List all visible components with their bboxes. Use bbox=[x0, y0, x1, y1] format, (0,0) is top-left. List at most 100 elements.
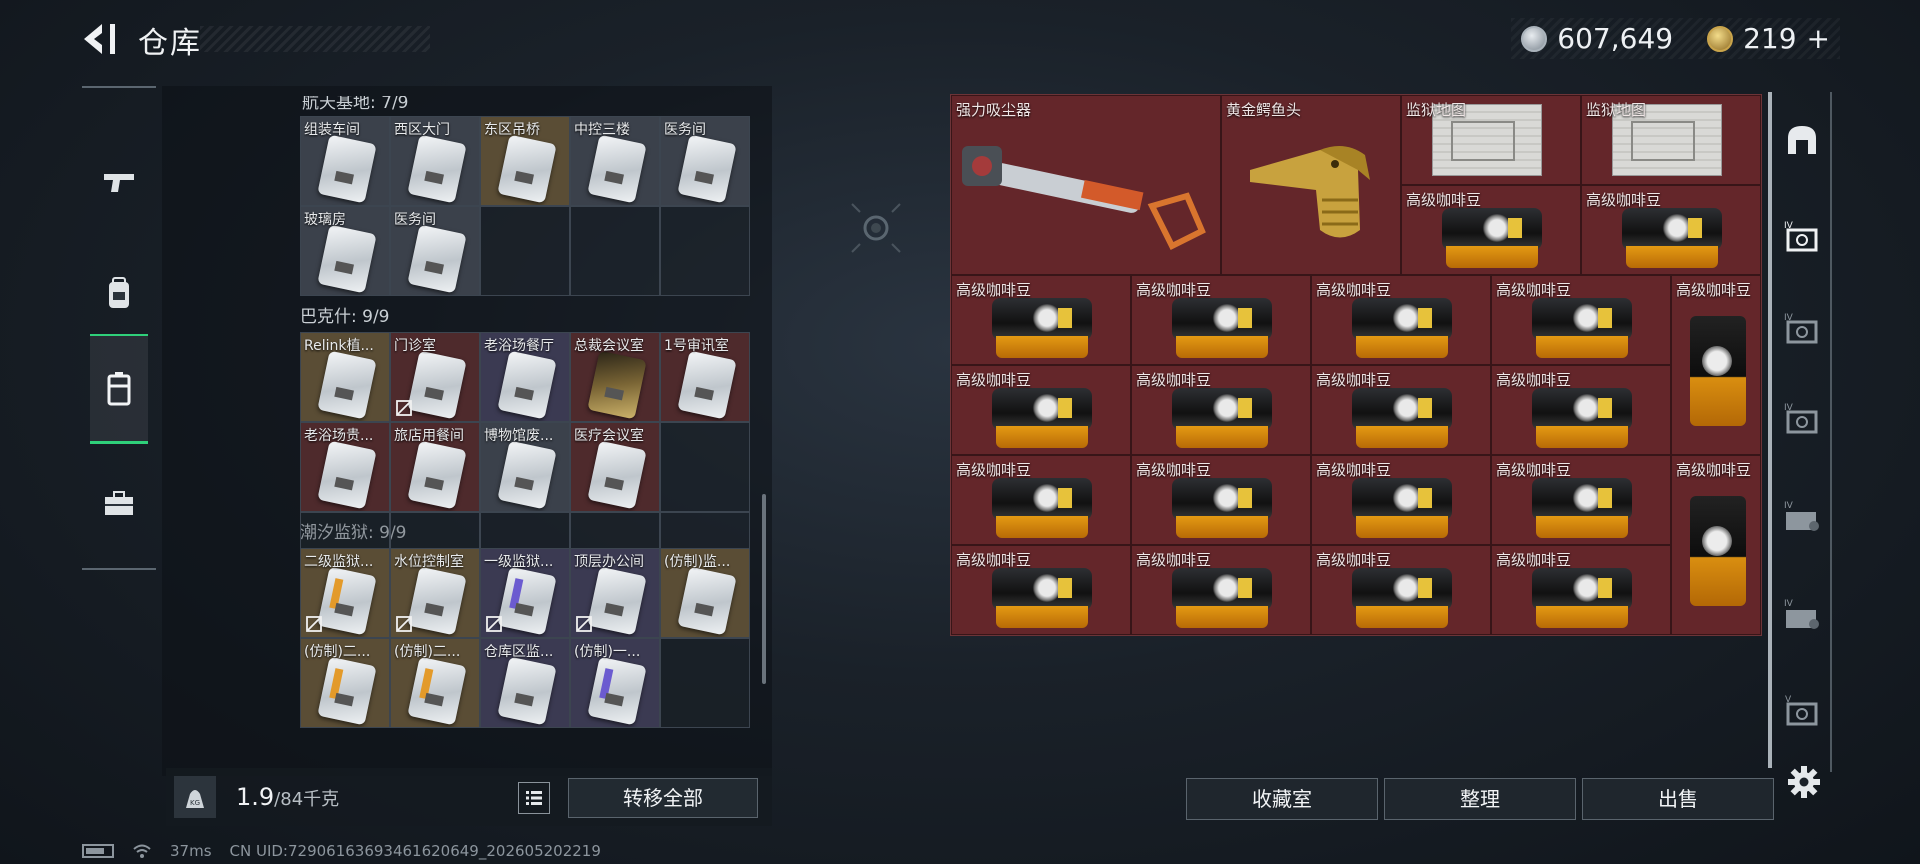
stash-item-coffee-beans[interactable]: 高级咖啡豆 bbox=[1491, 275, 1671, 365]
back-arrow-icon bbox=[84, 24, 115, 54]
keycard-slot[interactable]: 一级监狱... bbox=[480, 548, 570, 638]
stash-item-golden-croc-head[interactable]: 黄金鳄鱼头 bbox=[1221, 95, 1401, 275]
keycard-icon bbox=[317, 224, 377, 294]
bound-item-icon bbox=[306, 616, 322, 632]
rail-item-equipment[interactable] bbox=[90, 238, 148, 348]
coffee-bag-icon bbox=[1532, 568, 1632, 630]
keycard-slot[interactable]: 总裁会议室 bbox=[570, 332, 660, 422]
keycard-slot[interactable]: 旅店用餐间 bbox=[390, 422, 480, 512]
stash-item-coffee-beans[interactable]: 高级咖啡豆 bbox=[1491, 365, 1671, 455]
stash-item-coffee-beans[interactable]: 高级咖啡豆 bbox=[951, 365, 1131, 455]
stash-item-coffee-beans[interactable]: 高级咖啡豆 bbox=[1671, 275, 1761, 455]
transfer-all-button[interactable]: 转移全部 bbox=[568, 778, 758, 818]
rail-item-tier4-card[interactable]: IV bbox=[1778, 304, 1826, 352]
keycard-slot[interactable]: 门诊室 bbox=[390, 332, 480, 422]
rail-item-tools[interactable] bbox=[90, 448, 148, 558]
keycard-slot[interactable]: 东区吊桥 bbox=[480, 116, 570, 206]
rail-item-storage[interactable] bbox=[90, 334, 148, 444]
keycard-slot[interactable]: 医疗会议室 bbox=[570, 422, 660, 512]
keycard-slot[interactable]: 医务间 bbox=[660, 116, 750, 206]
coffee-bag-icon bbox=[1532, 478, 1632, 540]
coffee-bag-icon bbox=[1532, 298, 1632, 360]
tier4-card-icon: IV bbox=[1784, 403, 1818, 434]
collection-room-button[interactable]: 收藏室 bbox=[1186, 778, 1378, 820]
keycard-icon bbox=[407, 566, 467, 636]
stash-item-coffee-beans[interactable]: 高级咖啡豆 bbox=[1401, 185, 1581, 275]
keycard-slot[interactable]: Relink植... bbox=[300, 332, 390, 422]
keycard-slot[interactable]: 博物馆废... bbox=[480, 422, 570, 512]
stash-item-coffee-beans[interactable]: 高级咖啡豆 bbox=[1491, 455, 1671, 545]
stash-item-prison-map[interactable]: 监狱地图 bbox=[1581, 95, 1761, 185]
item-label: 高级咖啡豆 bbox=[1316, 281, 1392, 299]
stash-item-coffee-beans[interactable]: 高级咖啡豆 bbox=[1131, 455, 1311, 545]
coffee-bag-icon bbox=[1172, 478, 1272, 540]
silver-balance: 607,649 bbox=[1557, 22, 1674, 55]
keycard-slot[interactable]: 老浴场贵... bbox=[300, 422, 390, 512]
stash-item-coffee-beans[interactable]: 高级咖啡豆 bbox=[1311, 545, 1491, 635]
stash-item-coffee-beans[interactable]: 高级咖啡豆 bbox=[1311, 455, 1491, 545]
sell-button[interactable]: 出售 bbox=[1582, 778, 1774, 820]
list-view-button[interactable] bbox=[518, 782, 550, 814]
stash-item-coffee-beans[interactable]: 高级咖啡豆 bbox=[1311, 275, 1491, 365]
keycard-label: 医疗会议室 bbox=[574, 428, 644, 444]
keycard-slot[interactable]: 二级监狱... bbox=[300, 548, 390, 638]
item-label: 高级咖啡豆 bbox=[1676, 461, 1752, 479]
item-label: 监狱地图 bbox=[1406, 101, 1467, 119]
rail-item-tier5-card[interactable]: V bbox=[1778, 686, 1826, 734]
keycard-slot[interactable]: 医务间 bbox=[390, 206, 480, 296]
stash-item-prison-map[interactable]: 监狱地图 bbox=[1401, 95, 1581, 185]
keycard-label: 老浴场餐厅 bbox=[484, 338, 554, 354]
rail-item-arch[interactable] bbox=[1778, 116, 1826, 164]
keycard-slot[interactable]: 仓库区监... bbox=[480, 638, 570, 728]
item-label: 高级咖啡豆 bbox=[1316, 371, 1392, 389]
keycard-icon bbox=[587, 440, 647, 510]
rail-item-weapons[interactable] bbox=[90, 128, 148, 238]
rail-item-tier4-card[interactable]: IV bbox=[1778, 394, 1826, 442]
weight-current: 1.9 bbox=[236, 783, 275, 811]
keycard-slot[interactable]: 组装车间 bbox=[300, 116, 390, 206]
coffee-bag-icon bbox=[1532, 388, 1632, 450]
keycard-slot[interactable]: 玻璃房 bbox=[300, 206, 390, 296]
keycard-icon bbox=[497, 134, 557, 204]
rail-item-tier4-case[interactable]: IV bbox=[1778, 590, 1826, 638]
stash-item-coffee-beans[interactable]: 高级咖啡豆 bbox=[1131, 365, 1311, 455]
inventory-scrollbar[interactable] bbox=[762, 494, 766, 684]
stash-item-coffee-beans[interactable]: 高级咖啡豆 bbox=[1581, 185, 1761, 275]
stash-item-vacuum[interactable]: 强力吸尘器 bbox=[951, 95, 1221, 275]
back-button[interactable] bbox=[80, 20, 120, 58]
keycard-slot[interactable]: 水位控制室 bbox=[390, 548, 480, 638]
svg-text:IV: IV bbox=[1784, 599, 1794, 609]
stash-item-coffee-beans[interactable]: 高级咖啡豆 bbox=[951, 545, 1131, 635]
stash-item-coffee-beans[interactable]: 高级咖啡豆 bbox=[951, 455, 1131, 545]
stash-item-coffee-beans[interactable]: 高级咖啡豆 bbox=[1131, 545, 1311, 635]
keycard-slot[interactable]: (仿制)监... bbox=[660, 548, 750, 638]
stash-item-coffee-beans[interactable]: 高级咖啡豆 bbox=[1671, 455, 1761, 635]
keycard-slot[interactable]: (仿制)二... bbox=[390, 638, 480, 728]
stash-item-coffee-beans[interactable]: 高级咖啡豆 bbox=[1491, 545, 1671, 635]
settings-gear-icon[interactable] bbox=[1786, 764, 1822, 800]
keycard-slot[interactable]: 顶层办公间 bbox=[570, 548, 660, 638]
keycard-icon bbox=[407, 656, 467, 726]
keycard-label: 东区吊桥 bbox=[484, 122, 540, 138]
keycard-icon bbox=[317, 440, 377, 510]
item-label: 高级咖啡豆 bbox=[1316, 461, 1392, 479]
rail-item-tier4-card-active[interactable]: IV bbox=[1778, 212, 1826, 260]
keycard-slot[interactable]: 中控三楼 bbox=[570, 116, 660, 206]
stash-item-coffee-beans[interactable]: 高级咖啡豆 bbox=[951, 275, 1131, 365]
title-decoration bbox=[200, 26, 430, 52]
item-label: 高级咖啡豆 bbox=[1496, 551, 1572, 569]
coffee-bag-icon bbox=[992, 298, 1092, 360]
keycard-slot[interactable]: 西区大门 bbox=[390, 116, 480, 206]
keycard-slot[interactable]: 1号审讯室 bbox=[660, 332, 750, 422]
rail-item-tier4-case[interactable]: IV bbox=[1778, 492, 1826, 540]
vacuum-icon bbox=[962, 146, 1206, 251]
stash-item-coffee-beans[interactable]: 高级咖啡豆 bbox=[1311, 365, 1491, 455]
keycard-slot[interactable]: (仿制)一... bbox=[570, 638, 660, 728]
add-currency-button[interactable]: + bbox=[1807, 22, 1830, 55]
stash-item-coffee-beans[interactable]: 高级咖啡豆 bbox=[1131, 275, 1311, 365]
keycard-slot[interactable]: (仿制)二... bbox=[300, 638, 390, 728]
organize-button[interactable]: 整理 bbox=[1384, 778, 1576, 820]
empty-slot bbox=[660, 422, 750, 512]
keycard-slot[interactable]: 老浴场餐厅 bbox=[480, 332, 570, 422]
empty-slot bbox=[570, 206, 660, 296]
